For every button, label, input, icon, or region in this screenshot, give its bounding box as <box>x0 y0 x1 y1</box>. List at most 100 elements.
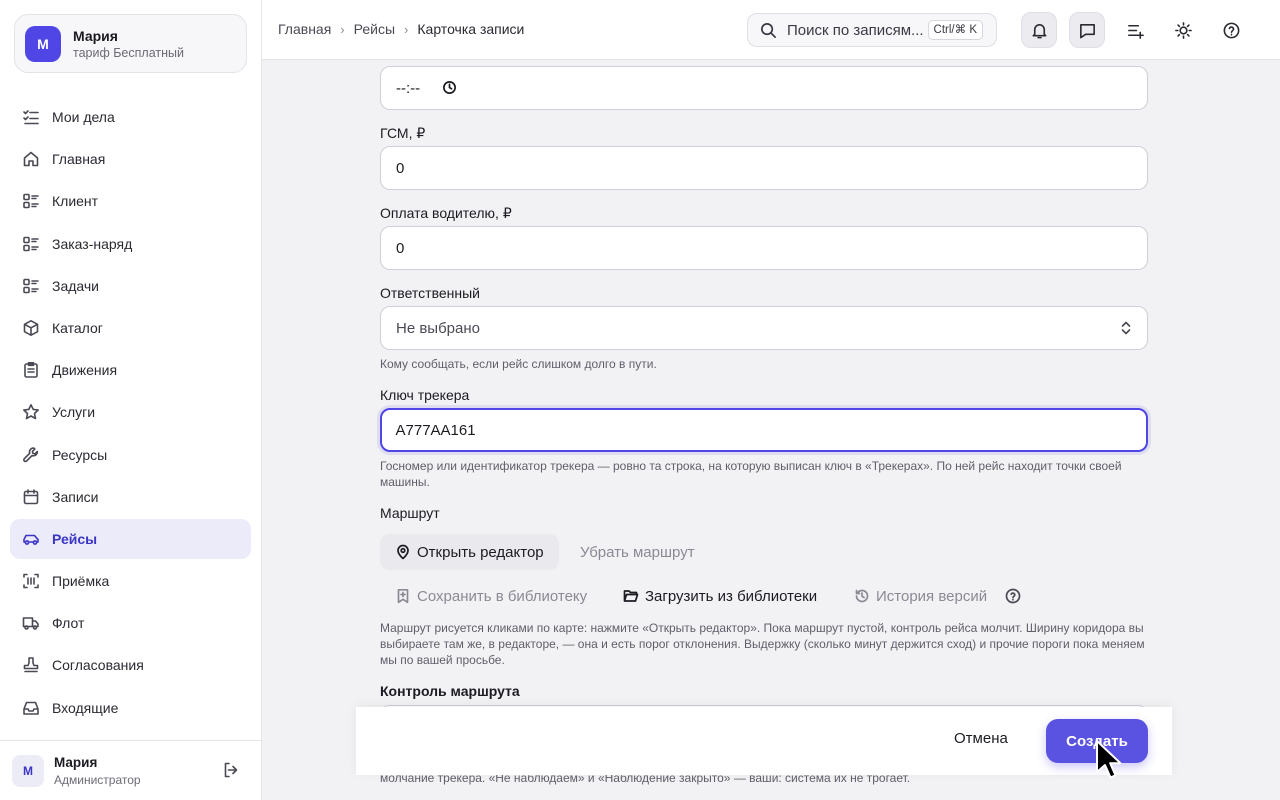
list-icon <box>23 236 39 251</box>
search-input[interactable]: Поиск по записям... Ctrl/⌘ K <box>747 13 997 47</box>
route-help-button[interactable] <box>993 578 1039 614</box>
list-icon <box>23 194 39 209</box>
logout-icon <box>224 762 238 778</box>
sidebar-item-label: Приёмка <box>52 573 110 590</box>
load-from-library-label: Загрузить из библиотеки <box>645 587 818 605</box>
list-add-icon <box>1127 24 1144 39</box>
route-help: Маршрут рисуется кликами по карте: нажми… <box>380 621 1145 667</box>
sidebar-item-label: Ресурсы <box>52 446 108 463</box>
responsible-help: Кому сообщать, если рейс слишком долго в… <box>380 357 657 371</box>
account-avatar: М <box>25 25 61 62</box>
calendar-icon <box>23 488 39 504</box>
search-shortcut: Ctrl/⌘ K <box>927 20 983 40</box>
version-history-label: История версий <box>876 587 988 605</box>
sidebar-item-records[interactable]: Записи <box>10 477 251 517</box>
load-from-library-button[interactable]: Загрузить из библиотеки <box>608 578 832 614</box>
save-to-library-button[interactable]: Сохранить в библиотеку <box>380 578 602 614</box>
mouse-cursor-icon <box>1096 740 1122 779</box>
route-label: Маршрут <box>380 505 440 521</box>
checklist-icon <box>23 110 39 125</box>
sidebar-item-label: Мои дела <box>52 109 115 125</box>
user-name: Мария <box>54 754 98 770</box>
help-button[interactable] <box>1213 12 1249 48</box>
sidebar: М Мария тариф Бесплатный Мои дела Главна… <box>0 0 262 800</box>
sun-icon <box>1174 21 1192 39</box>
sidebar-item-label: Движения <box>52 362 118 379</box>
top-bar: Главная › Рейсы › Карточка записи Поиск … <box>262 0 1280 60</box>
account-switcher[interactable]: М Мария тариф Бесплатный <box>14 14 247 73</box>
sidebar-item-client[interactable]: Клиент <box>10 181 251 221</box>
sidebar-item-tasks[interactable]: Задачи <box>10 266 251 306</box>
driver-pay-input[interactable]: 0 <box>380 226 1148 270</box>
save-to-library-label: Сохранить в библиотеку <box>417 587 588 605</box>
folder-open-icon <box>623 590 639 602</box>
sidebar-item-resources[interactable]: Ресурсы <box>10 435 251 475</box>
messages-button[interactable] <box>1069 12 1105 48</box>
cancel-button[interactable]: Отмена <box>954 730 1008 747</box>
star-icon <box>23 404 39 420</box>
sidebar-item-label: Входящие <box>52 699 119 716</box>
logout-button[interactable] <box>222 761 242 781</box>
tracker-key-input[interactable]: A777AA161 <box>380 408 1148 452</box>
sidebar-item-inbox[interactable]: Входящие <box>10 688 251 728</box>
main-content: --:-- ГСМ, ₽ 0 Оплата водителю, ₽ 0 Отве… <box>263 61 1280 800</box>
breadcrumb-trips[interactable]: Рейсы <box>354 21 395 37</box>
sidebar-item-label: Согласования <box>52 657 144 674</box>
sidebar-item-label: Флот <box>52 615 85 632</box>
truck-icon <box>22 617 39 631</box>
breadcrumb-current: Карточка записи <box>417 21 525 37</box>
sidebar-item-approvals[interactable]: Согласования <box>10 645 251 685</box>
time-input[interactable]: --:-- <box>380 66 1148 110</box>
open-editor-button[interactable]: Открыть редактор <box>380 534 559 570</box>
tracker-key-value: A777AA161 <box>395 421 476 439</box>
responsible-value: Не выбрано <box>396 319 480 337</box>
sidebar-item-home[interactable]: Главная <box>10 139 251 179</box>
sidebar-item-catalog[interactable]: Каталог <box>10 308 251 348</box>
form-action-bar: Отмена Создать <box>356 707 1172 775</box>
tracker-help: Госномер или идентификатор трекера — ров… <box>380 459 1122 489</box>
history-icon <box>855 589 869 603</box>
version-history-button[interactable]: История версий <box>839 578 1002 614</box>
clipboard-icon <box>24 362 38 378</box>
scan-icon <box>23 573 39 589</box>
sidebar-item-label: Главная <box>52 151 106 168</box>
chevron-right-icon: › <box>340 21 345 37</box>
sidebar-item-label: Каталог <box>52 319 103 336</box>
time-value: --:-- <box>396 79 421 97</box>
sidebar-item-label: Записи <box>52 488 99 505</box>
responsible-select[interactable]: Не выбрано <box>380 306 1148 350</box>
theme-toggle-button[interactable] <box>1165 12 1201 48</box>
sidebar-nav: Мои дела Главная Клиент Заказ-наряд Зада… <box>10 97 251 730</box>
sidebar-item-work-order[interactable]: Заказ-наряд <box>10 224 251 264</box>
sidebar-item-label: Услуги <box>52 404 96 421</box>
responsible-label: Ответственный <box>380 285 480 301</box>
task-add-button[interactable] <box>1117 12 1153 48</box>
bookmark-plus-icon <box>397 588 409 604</box>
breadcrumb-home[interactable]: Главная <box>278 21 331 37</box>
sidebar-item-trips[interactable]: Рейсы <box>10 518 251 559</box>
clock-icon[interactable] <box>442 80 458 96</box>
driver-pay-value: 0 <box>396 239 405 257</box>
account-plan: тариф Бесплатный <box>73 45 184 60</box>
sidebar-item-services[interactable]: Услуги <box>10 392 251 432</box>
sidebar-item-fleet[interactable]: Флот <box>10 603 251 643</box>
sidebar-item-label: Рейсы <box>52 530 98 547</box>
breadcrumb: Главная › Рейсы › Карточка записи <box>278 21 524 37</box>
remove-route-label: Убрать маршрут <box>580 543 695 561</box>
stamp-icon <box>23 657 39 673</box>
open-editor-label: Открыть редактор <box>417 543 544 561</box>
map-pin-icon <box>397 544 409 560</box>
fuel-value: 0 <box>396 159 405 177</box>
fuel-label: ГСМ, ₽ <box>380 125 426 141</box>
chevron-up-down-icon <box>1119 320 1133 340</box>
notifications-button[interactable] <box>1021 12 1057 48</box>
fuel-input[interactable]: 0 <box>380 146 1148 190</box>
home-icon <box>23 151 39 167</box>
inbox-icon <box>23 701 39 715</box>
sidebar-item-my-tasks[interactable]: Мои дела <box>10 97 251 137</box>
sidebar-item-movements[interactable]: Движения <box>10 350 251 390</box>
chevron-right-icon: › <box>404 21 409 37</box>
remove-route-button[interactable]: Убрать маршрут <box>565 534 710 570</box>
account-name: Мария <box>73 27 118 44</box>
sidebar-item-intake[interactable]: Приёмка <box>10 561 251 601</box>
